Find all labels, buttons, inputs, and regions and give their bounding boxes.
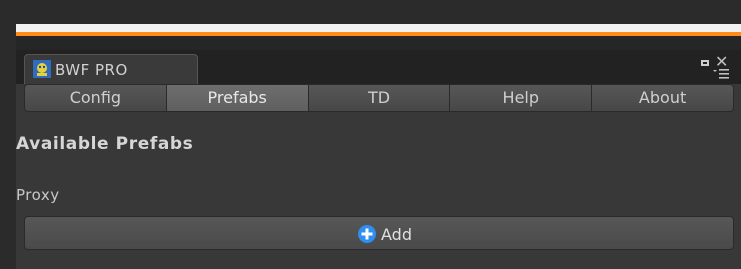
- window-tab-bwf-pro[interactable]: BWF PRO: [24, 54, 198, 84]
- main-toolbar: Config Prefabs TD Help About: [24, 84, 734, 112]
- plus-circle-icon: [358, 225, 376, 243]
- section-title: Available Prefabs: [16, 134, 194, 154]
- bwf-window: BWF PRO ✕ Config Prefabs TD Help About A…: [16, 36, 741, 269]
- maximize-icon[interactable]: [701, 60, 709, 66]
- bwf-logo-icon: [33, 60, 51, 78]
- window-tab-bar: BWF PRO ✕: [16, 50, 741, 84]
- add-button-label: Add: [381, 224, 412, 244]
- tab-about[interactable]: About: [592, 84, 734, 112]
- tab-config[interactable]: Config: [24, 84, 167, 112]
- menu-icon[interactable]: [713, 68, 729, 82]
- tab-prefabs[interactable]: Prefabs: [166, 84, 309, 112]
- window-controls: ✕: [697, 50, 733, 86]
- add-button-content: Add: [357, 223, 412, 245]
- tab-help[interactable]: Help: [450, 84, 593, 112]
- add-button[interactable]: Add: [24, 216, 734, 250]
- window-content: Config Prefabs TD Help About Available P…: [16, 84, 741, 269]
- editor-frame: BWF PRO ✕ Config Prefabs TD Help About A…: [0, 0, 741, 269]
- tab-td[interactable]: TD: [308, 84, 451, 112]
- proxy-label: Proxy: [16, 186, 60, 204]
- window-title: BWF PRO: [55, 61, 128, 79]
- top-strip: [16, 24, 741, 32]
